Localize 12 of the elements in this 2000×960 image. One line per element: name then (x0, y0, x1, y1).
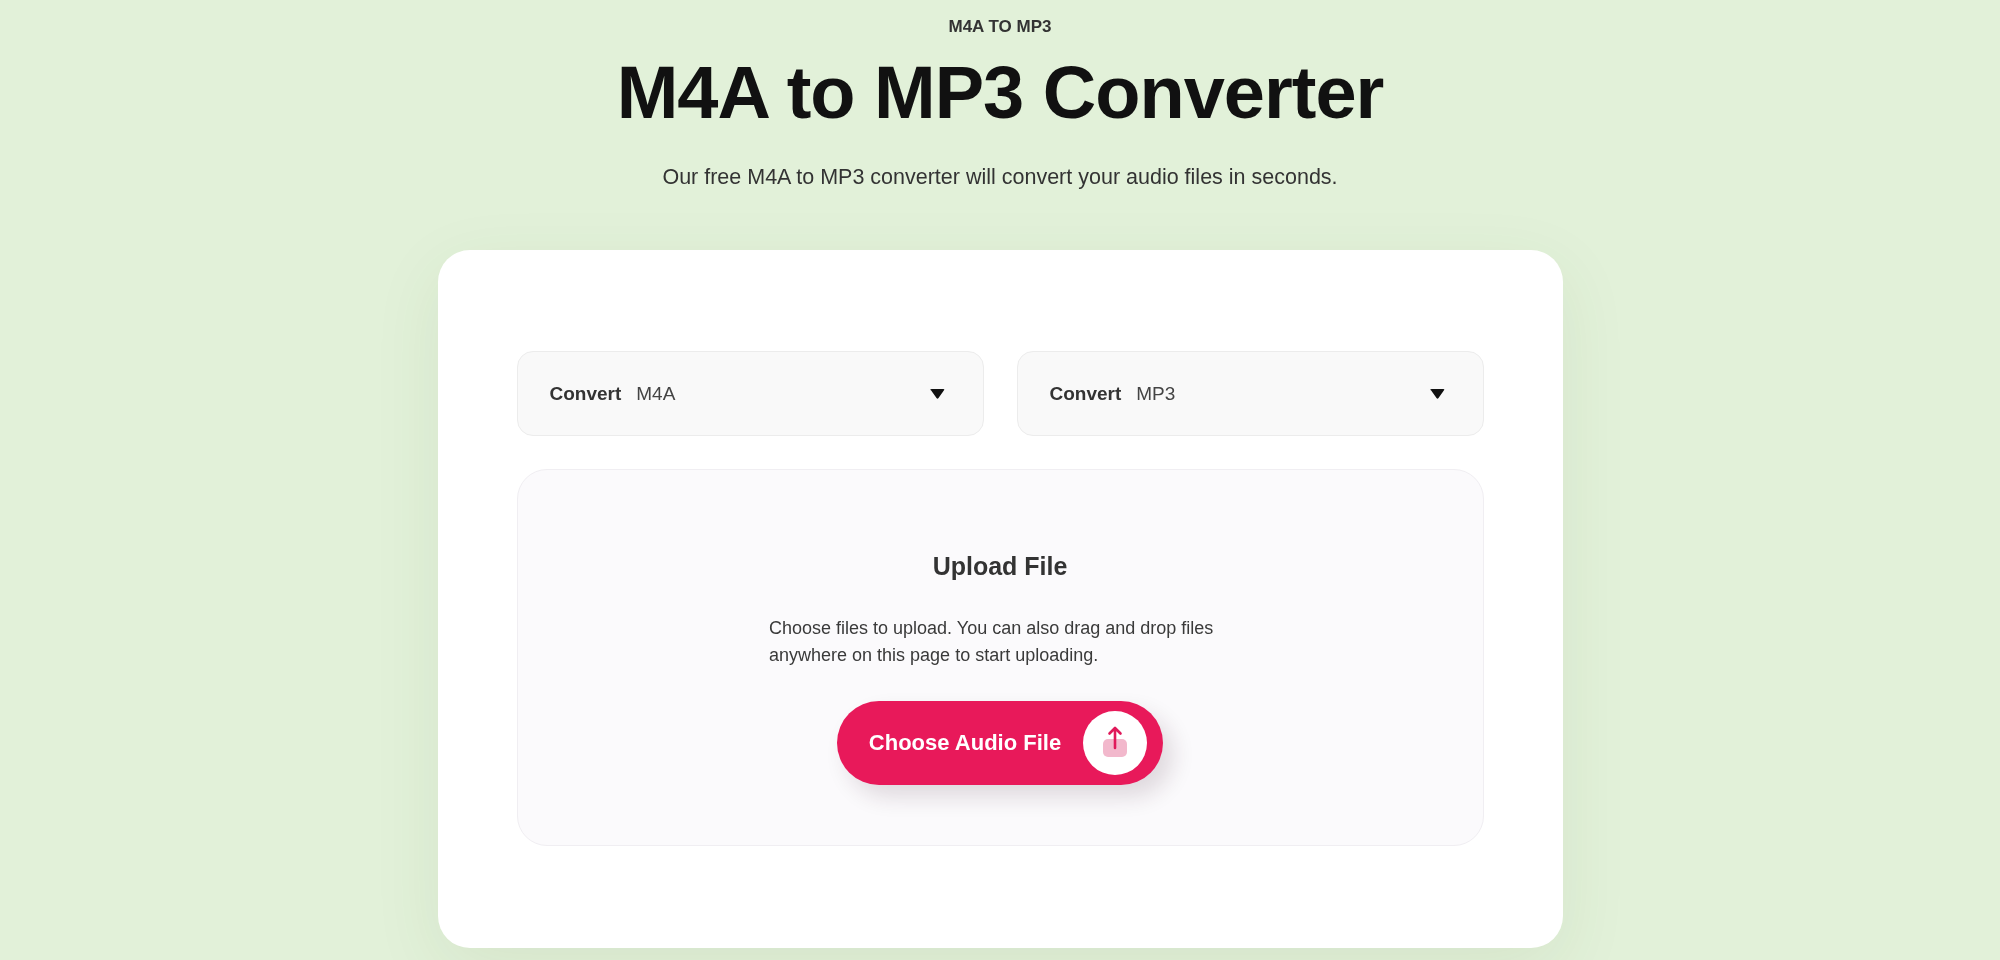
format-dropdown[interactable]: Convert MP3 (1016, 351, 1484, 436)
page-subtitle: Our free M4A to MP3 converter will convert your audio files in seconds. (662, 164, 1338, 191)
upload-instructions: Choose files to upload. You can also drag and drop files anywhere on this page to start uploading. (769, 617, 1215, 667)
page-eyebrow: M4A TO MP3 (948, 17, 1052, 37)
upload-title: Upload File (932, 551, 1068, 581)
upload-dropzone[interactable]: Upload File Choose files to upload. You can also drag and drop files anywhere on this page to start uploading. Choose Audio File (516, 469, 1484, 846)
caret-icon (1429, 388, 1445, 399)
upload-icon (1083, 711, 1148, 775)
page-title: M4A to MP3 Converter (616, 51, 1384, 135)
format-dropdown[interactable]: Convert M4A (516, 351, 984, 436)
choose-file-button[interactable]: Choose Audio File (836, 701, 1164, 785)
caret-icon (929, 388, 945, 399)
